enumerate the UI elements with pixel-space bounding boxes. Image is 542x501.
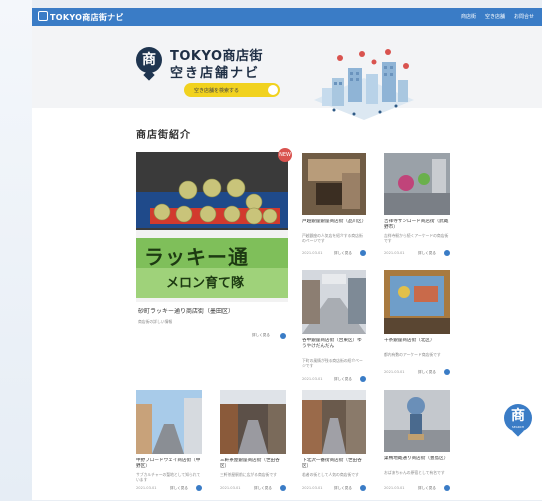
card-subtitle: 下町の風情が残る商店街の紹介ページです bbox=[302, 358, 363, 368]
card-date: 2021.03.01 bbox=[220, 486, 241, 490]
featured-title: 砂町ラッキー通り商店街（墨田区） bbox=[138, 308, 235, 315]
card-more-link[interactable]: 詳しく見る bbox=[334, 486, 352, 491]
featured-photo: ラッキー通 メロン育て隊 bbox=[136, 152, 288, 302]
street-photo bbox=[220, 390, 286, 454]
statue-photo bbox=[384, 390, 450, 452]
floating-search-button[interactable]: 商 SEARCH bbox=[504, 404, 532, 432]
card-title: 十条銀座商店街（北区） bbox=[384, 338, 435, 343]
shotengai-card[interactable]: 巣鴨地蔵通り商店街（豊島区） おばあちゃんの原宿として有名です 2021.03.… bbox=[384, 390, 450, 496]
card-title: 谷中銀座商店街（台東区）ゆうやけだんだん bbox=[302, 338, 362, 349]
card-date: 2021.03.01 bbox=[302, 377, 323, 381]
card-subtitle: 吉祥寺駅から続くアーケードの商店街です bbox=[384, 233, 449, 243]
arrow-circle-icon[interactable] bbox=[280, 485, 286, 491]
featured-banner-sub: メロン育て隊 bbox=[166, 276, 245, 291]
card-subtitle: 若者の街として人気の商店街です bbox=[302, 472, 359, 477]
arrow-circle-icon[interactable] bbox=[280, 333, 286, 339]
card-more-link[interactable]: 詳しく見る bbox=[418, 486, 436, 491]
card-more-link[interactable]: 詳しく見る bbox=[254, 486, 272, 491]
arrow-circle-icon[interactable] bbox=[444, 250, 450, 256]
card-title: 下北沢一番街商店街（世田谷区） bbox=[302, 458, 362, 469]
top-nav-links: 商店街 空き店舗 お問合せ bbox=[461, 13, 534, 20]
card-title: 戸越銀座銀座商店街（品川区） bbox=[302, 219, 366, 224]
featured-shotengai-card[interactable]: ラッキー通 メロン育て隊 NEW 砂町ラッキー通り商店街（墨田区） 商店街の詳し… bbox=[136, 148, 292, 342]
featured-banner-text: ラッキー通 bbox=[144, 245, 249, 269]
card-date: 2021.03.01 bbox=[384, 370, 405, 374]
card-title: 三軒茶屋銀座商店街（世田谷区） bbox=[220, 458, 280, 469]
mural-photo bbox=[384, 270, 450, 334]
hero-title-line2: 空き店舗ナビ bbox=[170, 66, 261, 81]
shop-logo-icon: 商 bbox=[136, 47, 162, 73]
shop-photo bbox=[302, 153, 366, 215]
card-subtitle: 戸越銀座の人気店を紹介する商店街のページです bbox=[302, 233, 363, 243]
shotengai-card[interactable]: 中野ブロードウェイ商店街（中野区） サブカルチャーの聖地として知られています 2… bbox=[136, 390, 202, 496]
card-subtitle: 都内有数のアーケード商店街です bbox=[384, 352, 441, 357]
shotengai-card[interactable]: 戸越銀座銀座商店街（品川区） 戸越銀座の人気店を紹介する商店街のページです 20… bbox=[302, 153, 366, 265]
site-brand[interactable]: TOKYO商店街ナビ bbox=[38, 11, 124, 23]
arrow-circle-icon[interactable] bbox=[196, 485, 202, 491]
street-photo bbox=[302, 390, 366, 454]
arrow-circle-icon[interactable] bbox=[360, 485, 366, 491]
fab-glyph: 商 bbox=[511, 408, 525, 424]
brand-name: TOKYO商店街ナビ bbox=[50, 13, 124, 22]
street-photo bbox=[136, 390, 202, 454]
card-more-link[interactable]: 詳しく見る bbox=[170, 486, 188, 491]
arrow-circle-icon[interactable] bbox=[444, 369, 450, 375]
shop-photo bbox=[384, 153, 450, 215]
city-illustration bbox=[314, 49, 414, 120]
card-date: 2021.03.01 bbox=[302, 486, 323, 490]
featured-subtitle: 商店街の詳しい情報 bbox=[138, 319, 173, 324]
card-title: 巣鴨地蔵通り商店街（豊島区） bbox=[384, 456, 449, 461]
card-date: 2021.03.01 bbox=[384, 251, 405, 255]
search-vacancies-button[interactable]: 空き店舗を検索する bbox=[184, 83, 280, 97]
street-photo bbox=[302, 270, 366, 334]
page-backdrop bbox=[0, 0, 32, 501]
card-more-link[interactable]: 詳しく見る bbox=[418, 251, 436, 256]
arrow-circle-icon[interactable] bbox=[360, 250, 366, 256]
featured-more-link[interactable]: 詳しく見る bbox=[252, 333, 270, 338]
hero-banner: 商 TOKYO商店街 空き店舗ナビ 空き店舗を検索する bbox=[32, 26, 542, 120]
shotengai-card[interactable]: 三軒茶屋銀座商店街（世田谷区） 三軒茶屋駅前に広がる商店街です 2021.03.… bbox=[220, 390, 286, 496]
browser-page: TOKYO商店街ナビ 商店街 空き店舗 お問合せ 商 TOKYO商店街 空き店舗… bbox=[32, 8, 542, 500]
card-subtitle: おばあちゃんの原宿として有名です bbox=[384, 470, 445, 475]
shotengai-card[interactable]: 十条銀座商店街（北区） 都内有数のアーケード商店街です 2021.03.01 詳… bbox=[384, 270, 450, 388]
arrow-circle-icon bbox=[268, 85, 278, 95]
nav-link-shotengai[interactable]: 商店街 bbox=[461, 13, 476, 20]
search-button-label: 空き店舗を検索する bbox=[194, 88, 240, 94]
card-date: 2021.03.01 bbox=[136, 486, 157, 490]
shotengai-card[interactable]: 谷中銀座商店街（台東区）ゆうやけだんだん 下町の風情が残る商店街の紹介ページです… bbox=[302, 270, 366, 388]
card-more-link[interactable]: 詳しく見る bbox=[334, 377, 352, 382]
section-title: 商店街紹介 bbox=[136, 130, 191, 141]
shotengai-card[interactable]: 吉祥寺サンロード商店街（武蔵野市） 吉祥寺駅から続くアーケードの商店街です 20… bbox=[384, 153, 450, 265]
arrow-circle-icon[interactable] bbox=[360, 376, 366, 382]
shotengai-card[interactable]: 下北沢一番街商店街（世田谷区） 若者の街として人気の商店街です 2021.03.… bbox=[302, 390, 366, 496]
nav-link-contact[interactable]: お問合せ bbox=[514, 13, 534, 20]
card-date: 2021.03.01 bbox=[384, 486, 405, 490]
card-title: 中野ブロードウェイ商店街（中野区） bbox=[136, 458, 201, 469]
arrow-circle-icon[interactable] bbox=[444, 485, 450, 491]
card-subtitle: 三軒茶屋駅前に広がる商店街です bbox=[220, 472, 277, 477]
fab-label: SEARCH bbox=[511, 425, 525, 429]
card-more-link[interactable]: 詳しく見る bbox=[418, 370, 436, 375]
card-title: 吉祥寺サンロード商店街（武蔵野市） bbox=[384, 219, 449, 230]
top-nav-bar: TOKYO商店街ナビ 商店街 空き店舗 お問合せ bbox=[32, 8, 542, 26]
card-subtitle: サブカルチャーの聖地として知られています bbox=[136, 472, 201, 482]
brand-logo-icon bbox=[38, 11, 48, 21]
nav-link-vacancies[interactable]: 空き店舗 bbox=[485, 13, 505, 20]
new-badge: NEW bbox=[278, 148, 292, 162]
card-more-link[interactable]: 詳しく見る bbox=[334, 251, 352, 256]
card-date: 2021.03.01 bbox=[302, 251, 323, 255]
